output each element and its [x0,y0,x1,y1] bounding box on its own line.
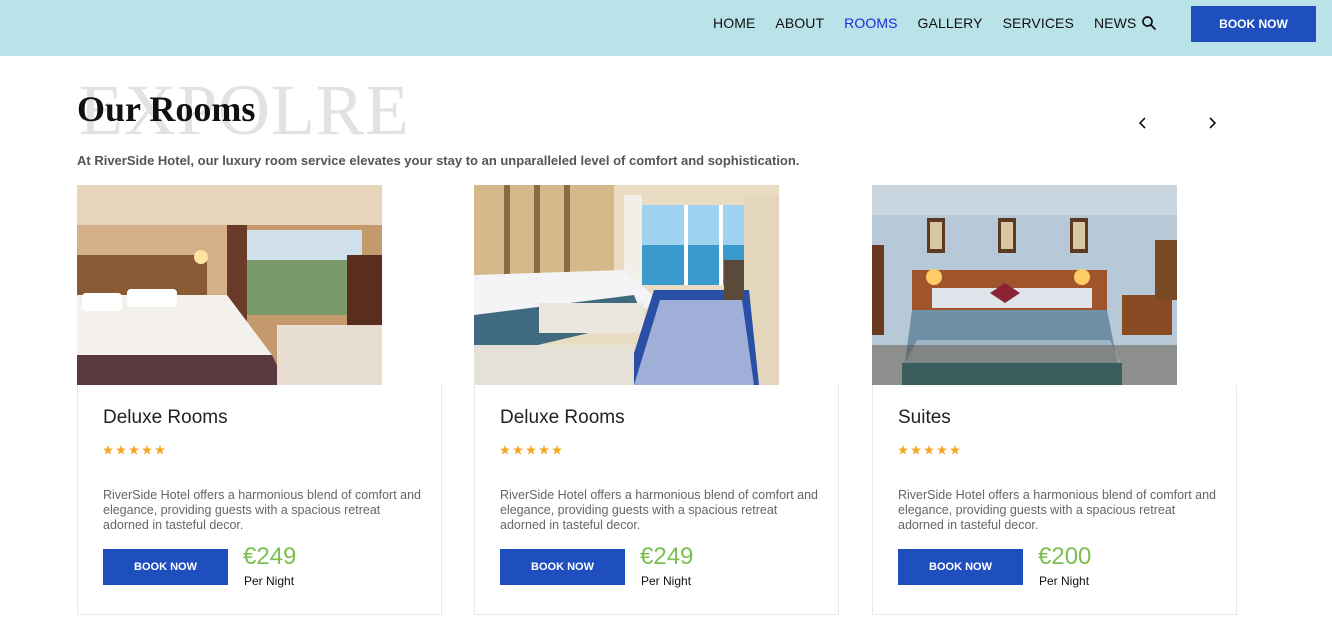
page-title: Our Rooms [77,89,256,129]
room-photo[interactable] [872,185,1177,385]
star-icon [539,445,549,455]
star-icon [142,445,152,455]
room-card: Deluxe Rooms RiverSide Hotel offers a ha… [77,185,442,615]
book-now-button[interactable]: BOOK NOW [898,549,1023,585]
header-book-now-button[interactable]: BOOK NOW [1191,6,1316,42]
star-icon [552,445,562,455]
room-title: Suites [898,407,951,428]
price-unit: Per Night [1039,574,1090,588]
chevron-right-icon [1209,117,1217,129]
star-icon [500,445,510,455]
star-icon [129,445,139,455]
nav-item-rooms[interactable]: ROOMS [844,15,897,31]
top-navigation-bar: HOME ABOUT ROOMS GALLERY SERVICES NEWS B… [0,0,1332,56]
chevron-left-icon [1138,117,1146,129]
price-unit: Per Night [641,574,692,588]
room-title: Deluxe Rooms [500,407,625,428]
search-icon[interactable] [1141,15,1157,31]
room-title: Deluxe Rooms [103,407,228,428]
star-icon [911,445,921,455]
room-card-body: Deluxe Rooms RiverSide Hotel offers a ha… [474,385,839,615]
room-card: Suites RiverSide Hotel offers a harmonio… [872,185,1237,615]
room-description: RiverSide Hotel offers a harmonious blen… [103,488,421,532]
price-unit: Per Night [244,574,295,588]
star-rating [500,445,562,455]
star-icon [898,445,908,455]
star-icon [513,445,523,455]
room-price: €249 [243,543,297,570]
room-description: RiverSide Hotel offers a harmonious blen… [898,488,1216,532]
page-subtitle: At RiverSide Hotel, our luxury room serv… [77,153,800,168]
nav-item-gallery[interactable]: GALLERY [918,15,983,31]
star-icon [116,445,126,455]
room-card: Deluxe Rooms RiverSide Hotel offers a ha… [474,185,839,615]
star-icon [937,445,947,455]
carousel-next-button[interactable] [1203,114,1221,132]
star-rating [898,445,960,455]
room-photo[interactable] [77,185,382,385]
nav-item-about[interactable]: ABOUT [775,15,824,31]
room-card-body: Deluxe Rooms RiverSide Hotel offers a ha… [77,385,442,615]
book-now-button[interactable]: BOOK NOW [500,549,625,585]
book-now-button[interactable]: BOOK NOW [103,549,228,585]
star-icon [155,445,165,455]
room-description: RiverSide Hotel offers a harmonious blen… [500,488,818,532]
nav-item-services[interactable]: SERVICES [1003,15,1074,31]
room-price: €200 [1038,543,1092,570]
star-icon [924,445,934,455]
main-nav: HOME ABOUT ROOMS GALLERY SERVICES NEWS [713,15,1156,31]
room-photo[interactable] [474,185,779,385]
room-price: €249 [640,543,694,570]
room-card-body: Suites RiverSide Hotel offers a harmonio… [872,385,1237,615]
star-icon [103,445,113,455]
star-icon [950,445,960,455]
nav-item-home[interactable]: HOME [713,15,755,31]
nav-item-news[interactable]: NEWS [1094,15,1136,31]
carousel-prev-button[interactable] [1134,114,1152,132]
star-icon [526,445,536,455]
star-rating [103,445,165,455]
